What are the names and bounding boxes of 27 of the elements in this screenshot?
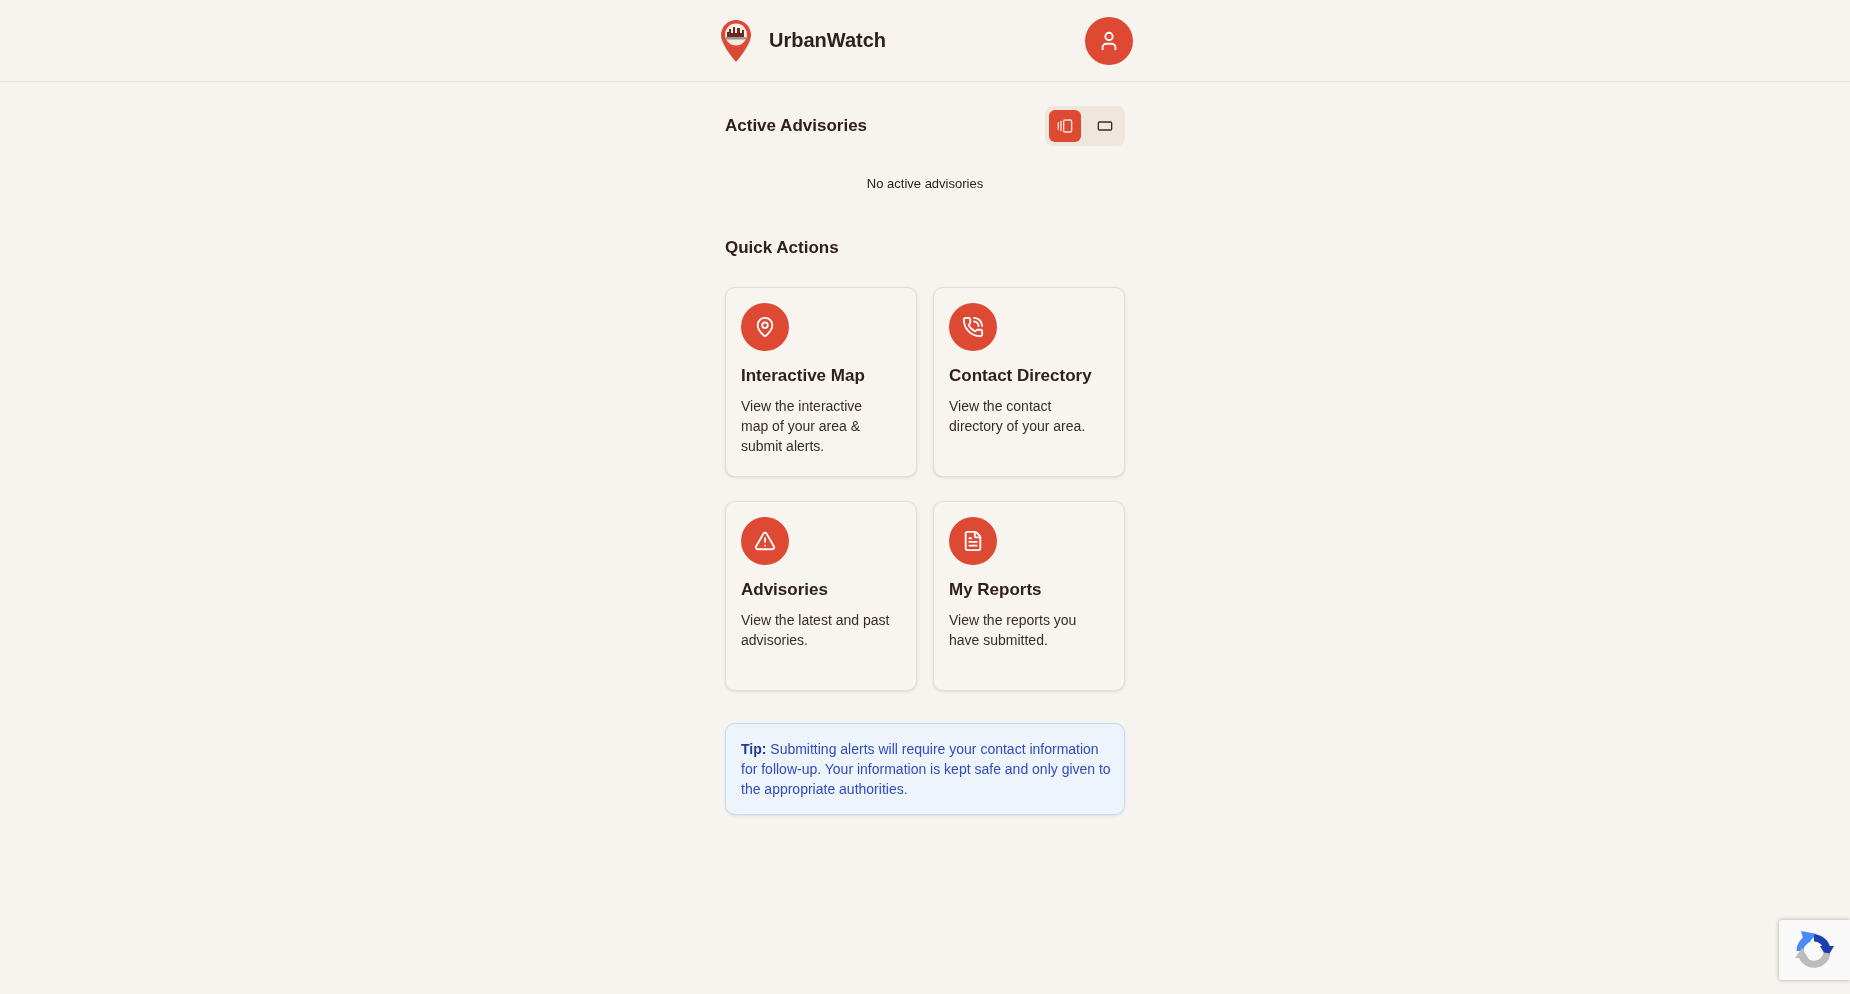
quick-action-card[interactable]: My Reports View the reports you have submitted. [933, 501, 1125, 691]
card-title: My Reports [949, 579, 1042, 601]
section-title: Quick Actions [725, 237, 840, 259]
warning-icon [741, 517, 789, 565]
card-title: Contact Directory [949, 365, 1092, 387]
app-name: UrbanWatch [769, 29, 887, 52]
gallery-icon [1057, 118, 1073, 134]
quick-action-card[interactable]: Contact Directory View the contact directory of your area. [933, 287, 1125, 477]
card-description: View the reports you have submitted. [949, 611, 1078, 650]
profile-button[interactable] [1085, 16, 1133, 65]
circular-arrows-icon [1793, 930, 1835, 970]
city-pin-logo [721, 19, 751, 62]
document-icon [949, 517, 997, 565]
card-description: View the contact directory of your area. [949, 397, 1087, 436]
rectangle-icon [1097, 118, 1113, 134]
card-title: Advisories [741, 579, 828, 601]
card-description: View the latest and past advisories. [741, 611, 891, 650]
view-toggle-button[interactable] [1049, 110, 1081, 142]
quick-action-card[interactable]: Interactive Map View the interactive map of your area & submit alerts. [725, 287, 917, 477]
quick-action-card[interactable]: Advisories View the latest and past advisories. [725, 501, 917, 691]
card-description: View the interactive map of your area & submit alerts. [741, 397, 864, 456]
phone-call-icon [949, 303, 997, 351]
section-title: Active Advisories [725, 115, 868, 137]
card-title: Interactive Map [741, 365, 865, 387]
tip-message: Tip: Submitting alerts will require your contact information for follow-up. Your information is kept safe and only given to the appropriate authorities. [725, 723, 1125, 815]
map-pin-icon [741, 303, 789, 351]
empty-message: No active advisories [865, 175, 985, 193]
